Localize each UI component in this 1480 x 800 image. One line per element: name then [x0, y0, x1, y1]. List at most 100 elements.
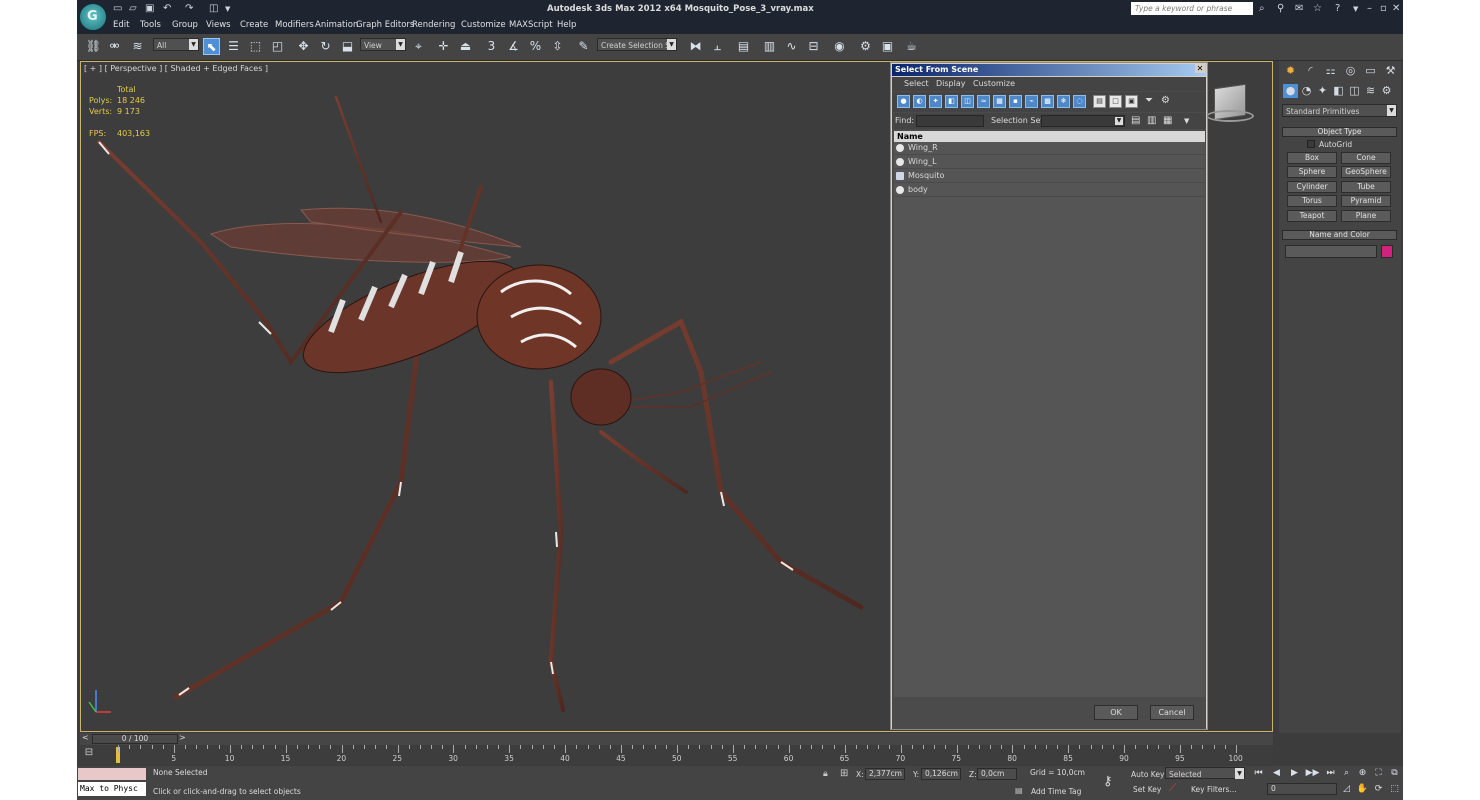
cone-button[interactable]: Cone	[1341, 152, 1391, 164]
add-to-selection-set-icon[interactable]: ▥	[1147, 115, 1156, 126]
pyramid-button[interactable]: Pyramid	[1341, 195, 1391, 207]
play-icon[interactable]: ▶	[1287, 767, 1302, 780]
time-slider-thumb[interactable]: 0 / 100	[92, 734, 178, 744]
motion-tab-icon[interactable]: ◎	[1343, 64, 1358, 78]
menu-rendering[interactable]: Rendering	[412, 20, 455, 30]
select-manipulate-icon[interactable]: ✛	[435, 38, 452, 55]
next-frame-icon[interactable]: ▶▶	[1305, 767, 1320, 780]
menu-help[interactable]: Help	[557, 20, 576, 30]
mini-curve-editor-icon[interactable]: ⊟	[82, 747, 96, 761]
cylinder-button[interactable]: Cylinder	[1287, 181, 1337, 193]
add-time-tag-button[interactable]: Add Time Tag	[1031, 787, 1081, 796]
object-type-rollout-header[interactable]: Object Type	[1282, 127, 1397, 137]
orbit-icon[interactable]: ⟳	[1371, 783, 1386, 796]
teapot-button[interactable]: Teapot	[1287, 210, 1337, 222]
window-crossing-icon[interactable]: ◰	[269, 38, 286, 55]
undo-icon[interactable]: ↶	[163, 3, 171, 14]
move-icon[interactable]: ✥	[295, 38, 312, 55]
key-filters-button[interactable]: Key Filters...	[1191, 785, 1237, 794]
box-button[interactable]: Box	[1287, 152, 1337, 164]
time-slider[interactable]: < 0 / 100 >	[80, 733, 1273, 745]
display-shapes-icon[interactable]: ◐	[913, 95, 926, 108]
go-to-start-icon[interactable]: ⏮	[1251, 767, 1266, 780]
expand-options-icon[interactable]: ▼	[1184, 117, 1189, 125]
create-selection-set-icon[interactable]: ▤	[1131, 115, 1140, 126]
tube-button[interactable]: Tube	[1341, 181, 1391, 193]
display-none-icon[interactable]: □	[1109, 95, 1122, 108]
material-editor-icon[interactable]: ◉	[831, 38, 848, 55]
track-bar[interactable]: ⊟ 5 10 15 20 25 30 35 40 45 50 55 60 65 70 75 80 85 90 95 1…	[80, 745, 1273, 765]
selection-set-combo[interactable]: ▼	[1041, 115, 1125, 127]
maximize-icon[interactable]: ▫	[1380, 3, 1387, 14]
time-slider-prev-icon[interactable]: <	[82, 733, 89, 742]
space-warps-category-icon[interactable]: ≋	[1363, 84, 1378, 98]
display-invert-icon[interactable]: ▣	[1125, 95, 1138, 108]
link-icon[interactable]: ⛓	[85, 38, 102, 55]
helpers-category-icon[interactable]: ◫	[1347, 84, 1362, 98]
favorites-icon[interactable]: ☆	[1313, 3, 1322, 14]
hierarchy-tab-icon[interactable]: ⚏	[1323, 64, 1338, 78]
keyboard-shortcut-override-icon[interactable]: ⏏	[457, 38, 474, 55]
cancel-button[interactable]: Cancel	[1150, 705, 1194, 720]
field-of-view-icon[interactable]: ◿	[1339, 783, 1354, 796]
maxscript-listener-input[interactable]	[78, 768, 146, 780]
viewcube-ring[interactable]	[1206, 110, 1254, 122]
render-production-icon[interactable]: ☕	[903, 38, 920, 55]
display-geometry-icon[interactable]: ●	[897, 95, 910, 108]
subscription-icon[interactable]: ⚲	[1277, 3, 1284, 14]
close-window-icon[interactable]: ✕	[1392, 3, 1400, 14]
select-by-name-icon[interactable]: ☰	[225, 38, 242, 55]
find-input[interactable]	[916, 115, 984, 127]
snaps-toggle-icon[interactable]: 3	[483, 38, 500, 55]
z-coordinate-field[interactable]: 0,0cm	[977, 768, 1017, 780]
display-frozen-icon[interactable]: ❄	[1057, 95, 1070, 108]
percent-snap-icon[interactable]: %	[527, 38, 544, 55]
minimize-icon[interactable]: –	[1367, 3, 1372, 14]
search-binoculars-icon[interactable]: ⌕	[1259, 3, 1265, 14]
pan-view-icon[interactable]: ✋	[1355, 783, 1370, 796]
menu-create[interactable]: Create	[240, 20, 268, 30]
curve-editor-icon[interactable]: ∿	[783, 38, 800, 55]
mirror-icon[interactable]: ⧓	[687, 38, 704, 55]
current-frame-field[interactable]: 0	[1267, 783, 1337, 795]
menu-tools[interactable]: Tools	[140, 20, 161, 30]
menu-graph-editors[interactable]: Graph Editors	[356, 20, 414, 30]
scale-icon[interactable]: ⬓	[339, 38, 356, 55]
align-icon[interactable]: ⫠	[709, 38, 726, 55]
menu-maxscript[interactable]: MAXScript	[509, 20, 553, 30]
key-icon[interactable]: ⚷	[1103, 774, 1113, 789]
maximize-viewport-icon[interactable]: ⬚	[1387, 783, 1402, 796]
zoom-icon[interactable]: ⌕	[1339, 767, 1354, 780]
key-mode-combo[interactable]: Selected ▼	[1165, 767, 1245, 779]
dialog-menu-select[interactable]: Select	[904, 79, 929, 88]
display-space-warps-icon[interactable]: ≈	[977, 95, 990, 108]
search-input[interactable]: Type a keyword or phrase	[1131, 2, 1253, 15]
geometry-category-icon[interactable]: ●	[1283, 84, 1298, 98]
schematic-view-icon[interactable]: ⊟	[805, 38, 822, 55]
filter-options-icon[interactable]: ⚙	[1161, 95, 1170, 106]
display-bones-icon[interactable]: ⌁	[1025, 95, 1038, 108]
display-cameras-icon[interactable]: ◧	[945, 95, 958, 108]
remove-from-selection-set-icon[interactable]: ▦	[1163, 115, 1172, 126]
menu-group[interactable]: Group	[172, 20, 198, 30]
absolute-mode-icon[interactable]: ⊞	[840, 768, 848, 779]
selection-lock-icon[interactable]: 🔒︎	[823, 769, 828, 779]
list-item[interactable]: Wing_R	[894, 142, 1205, 155]
save-file-icon[interactable]: ▣	[145, 3, 154, 14]
utilities-tab-icon[interactable]: ⚒	[1383, 64, 1398, 78]
spinner-snap-icon[interactable]: ⇳	[549, 38, 566, 55]
menu-edit[interactable]: Edit	[113, 20, 129, 30]
zoom-extents-all-icon[interactable]: ⧉	[1387, 767, 1402, 780]
quick-access-dropdown-icon[interactable]: ▼	[225, 5, 230, 13]
reference-coordinate-combo[interactable]: View ▼	[360, 38, 406, 51]
torus-button[interactable]: Torus	[1287, 195, 1337, 207]
unlink-icon[interactable]: ⚮	[106, 38, 123, 55]
column-header-name[interactable]: Name	[894, 131, 1205, 142]
angle-snap-icon[interactable]: ∡	[505, 38, 522, 55]
modify-tab-icon[interactable]: ◜	[1303, 64, 1318, 78]
project-folder-icon[interactable]: ◫	[209, 3, 218, 14]
go-to-end-icon[interactable]: ⏭	[1323, 767, 1338, 780]
display-helpers-icon[interactable]: ◫	[961, 95, 974, 108]
plane-button[interactable]: Plane	[1341, 210, 1391, 222]
create-tab-icon[interactable]: ✹	[1283, 64, 1298, 78]
